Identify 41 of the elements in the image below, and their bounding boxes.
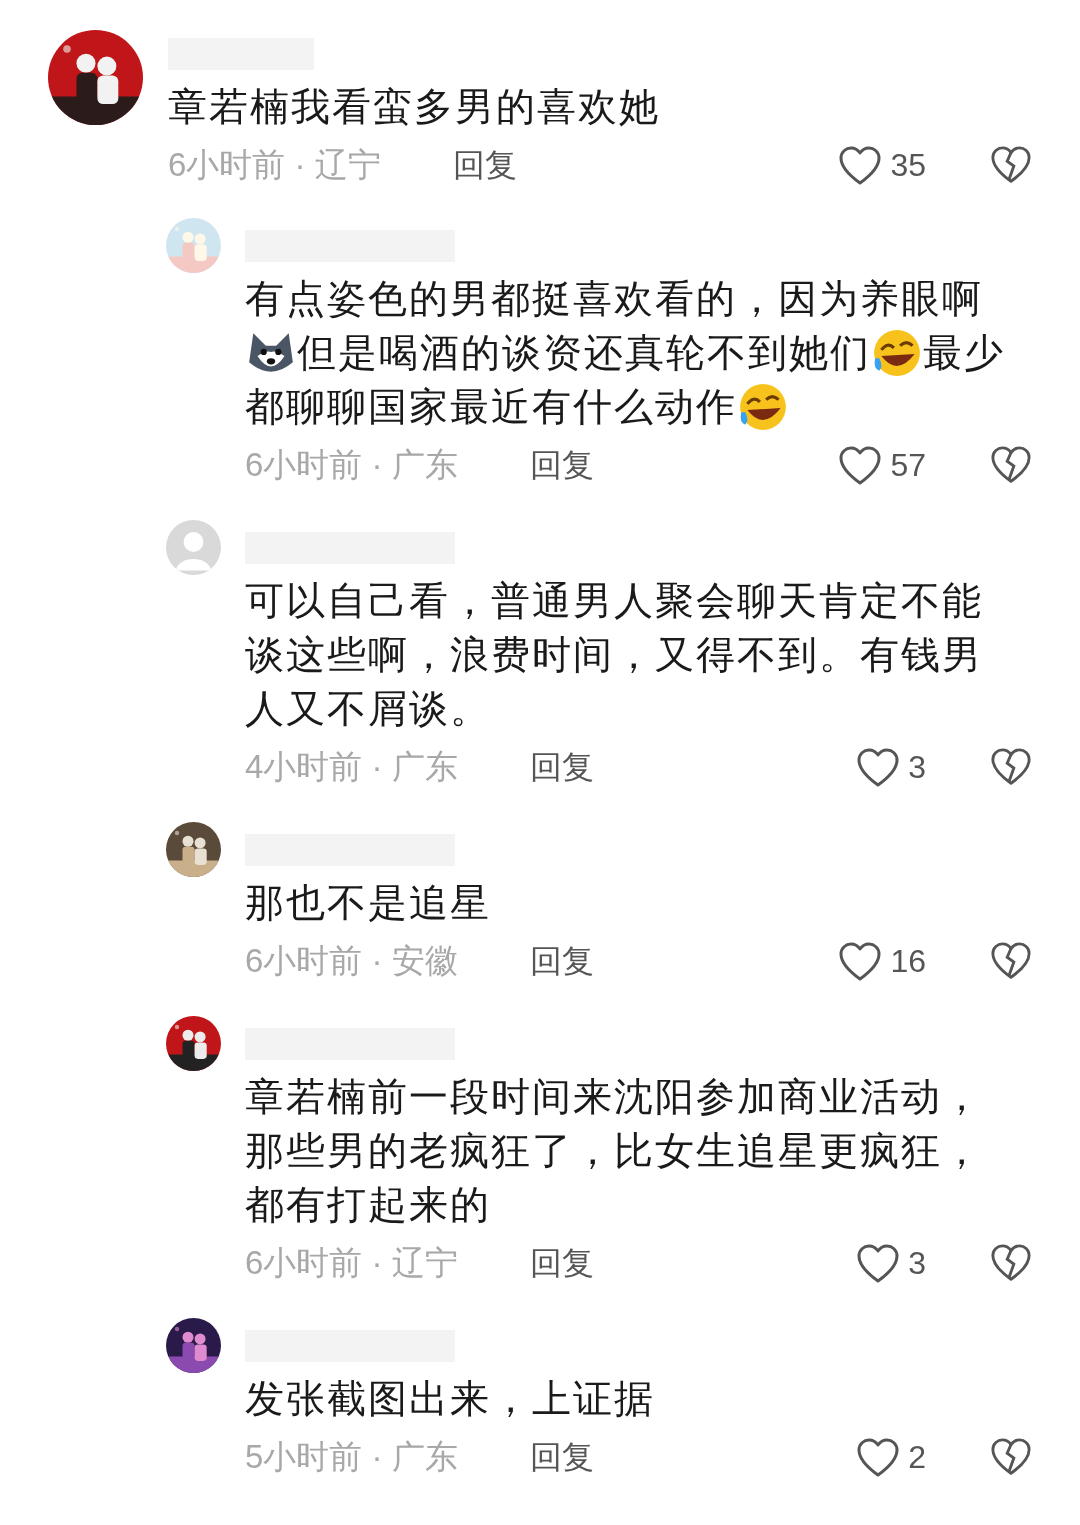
like-icon[interactable] (838, 940, 883, 982)
comment-text: 章若楠我看蛮多男的喜欢她 (168, 85, 660, 128)
time-location: 4小时前 · 广东 (245, 747, 459, 788)
reply-button[interactable]: 回复 (530, 441, 594, 489)
reply-button[interactable]: 回复 (530, 937, 594, 985)
time-location: 6小时前 · 辽宁 (245, 1243, 459, 1284)
comment-text: 可以自己看，普通男人聚会聊天肯定不能谈这些啊，浪费时间，又得不到。有钱男人又不屑谈。 (245, 579, 983, 730)
like-count: 3 (908, 748, 926, 787)
like-count: 3 (908, 1244, 926, 1283)
reply-button[interactable]: 回复 (453, 141, 517, 189)
like-icon[interactable] (838, 144, 883, 186)
dislike-icon[interactable] (990, 145, 1032, 185)
reply-button[interactable]: 回复 (530, 743, 594, 791)
laughing-face-icon (737, 381, 789, 433)
dislike-icon[interactable] (990, 445, 1032, 485)
time-location: 5小时前 · 广东 (245, 1437, 459, 1478)
comment-text: 发张截图出来，上证据 (245, 1377, 655, 1420)
dislike-icon[interactable] (990, 941, 1032, 981)
comment-text: 有点姿色的男都挺喜欢看的，因为养眼啊 (245, 277, 983, 320)
comment-text: 但是喝酒的谈资还真轮不到她们 (297, 330, 871, 376)
dislike-icon[interactable] (990, 1437, 1032, 1477)
time-location: 6小时前 · 广东 (245, 445, 459, 486)
dislike-icon[interactable] (990, 747, 1032, 787)
comment-text: 最少 (923, 330, 1005, 376)
like-icon[interactable] (856, 1242, 901, 1284)
like-count: 2 (908, 1438, 926, 1477)
time-location: 6小时前 · 安徽 (245, 941, 459, 982)
like-count: 16 (890, 942, 926, 981)
like-icon[interactable] (856, 1436, 901, 1478)
laughing-face-icon (871, 327, 923, 379)
like-icon[interactable] (838, 444, 883, 486)
comment-text: 那也不是追星 (245, 881, 491, 924)
reply-button[interactable]: 回复 (530, 1433, 594, 1481)
like-icon[interactable] (856, 746, 901, 788)
reply-button[interactable]: 回复 (530, 1239, 594, 1287)
comment-text: 都聊聊国家最近有什么动作 (245, 384, 737, 430)
comment-text: 章若楠前一段时间来沈阳参加商业活动，那些男的老疯狂了，比女生追星更疯狂，都有打起来的 (245, 1075, 983, 1226)
like-count: 35 (890, 146, 926, 185)
dislike-icon[interactable] (990, 1243, 1032, 1283)
time-location: 6小时前 · 辽宁 (168, 145, 382, 186)
like-count: 57 (890, 446, 926, 485)
